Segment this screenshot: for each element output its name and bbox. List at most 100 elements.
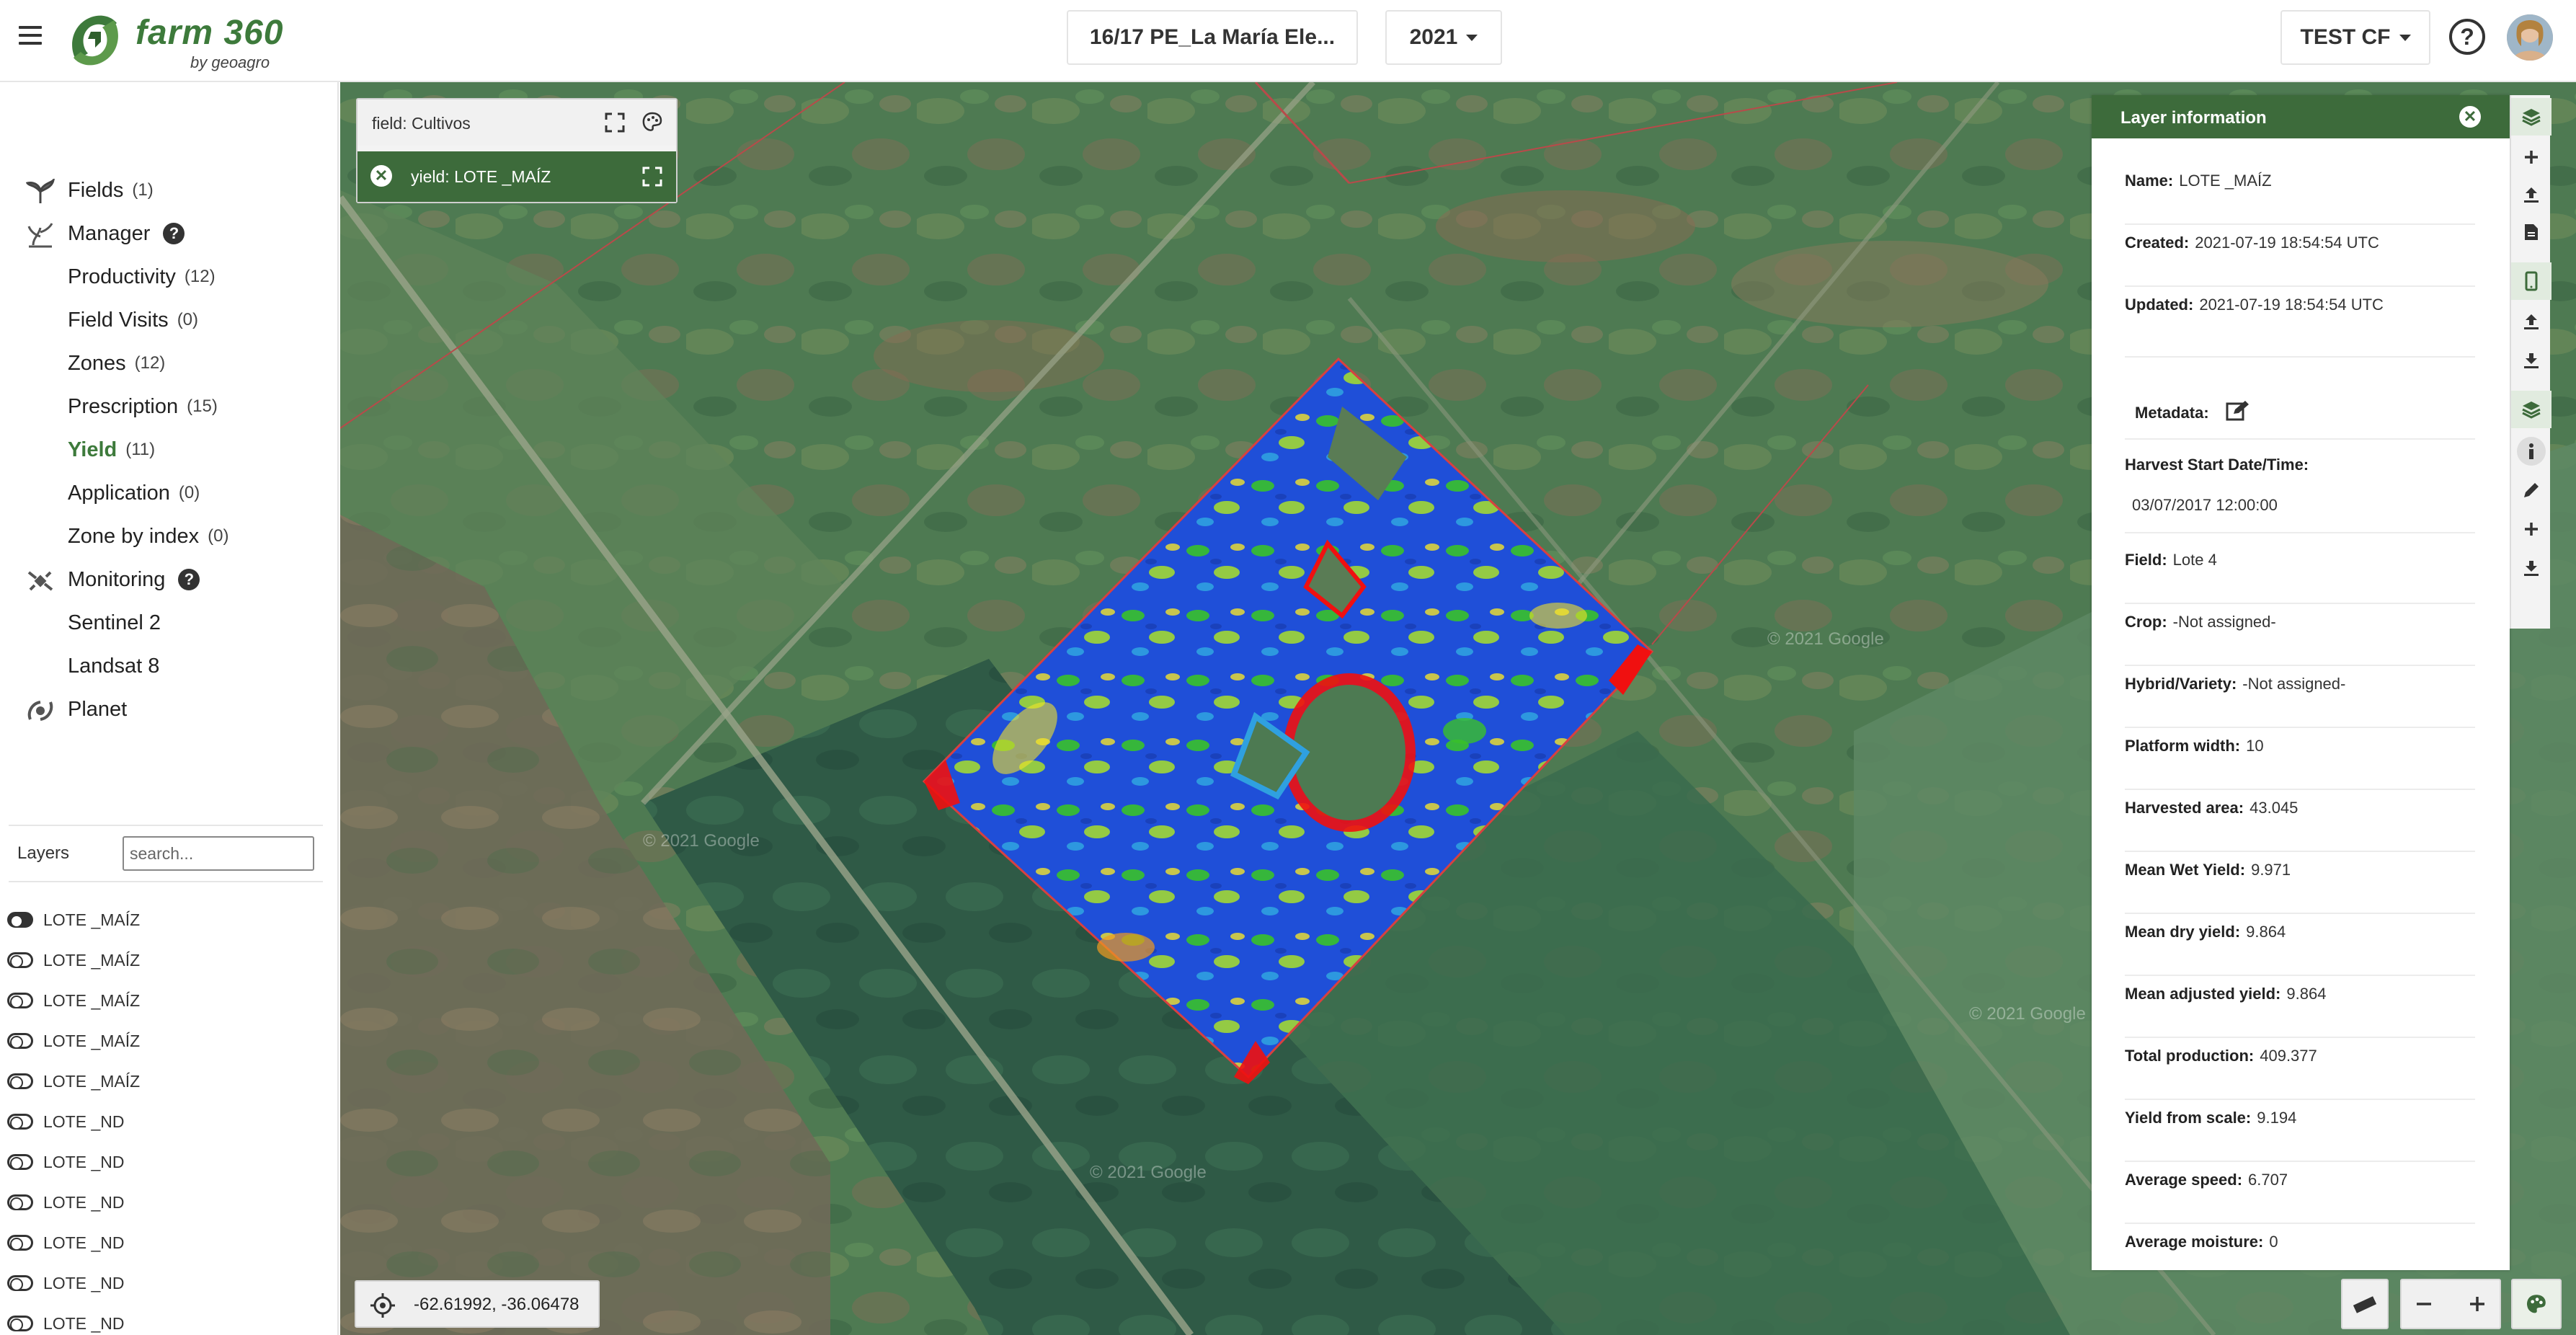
sidebar-item-label: Manager: [68, 221, 151, 245]
measure-button[interactable]: [2341, 1279, 2389, 1329]
sidebar-item-label: Yield: [68, 438, 117, 461]
toggle-icon[interactable]: [7, 1275, 33, 1291]
sidebar-item-fields[interactable]: Fields (1): [0, 172, 154, 208]
layer-list-item[interactable]: LOTE _ND: [7, 1187, 124, 1218]
toggle-icon[interactable]: [7, 1316, 33, 1331]
info-value: 10: [2246, 737, 2264, 755]
layer-name: LOTE _MAÍZ: [43, 1031, 141, 1050]
layer-list-item[interactable]: LOTE _ND: [7, 1267, 124, 1299]
expand-icon[interactable]: [604, 112, 626, 133]
season-select-value: 16/17 PE_La María Ele...: [1089, 25, 1336, 49]
layer-list-item[interactable]: LOTE _MAÍZ: [7, 1025, 140, 1057]
sidebar-item-label: Monitoring: [68, 567, 166, 591]
sidebar-item-sentinel-2[interactable]: Sentinel 2: [0, 605, 161, 641]
info-value: 409.377: [2260, 1047, 2317, 1065]
layer-name: LOTE _MAÍZ: [43, 910, 141, 929]
toggle-icon[interactable]: [7, 1194, 33, 1210]
edit-icon[interactable]: [2225, 399, 2251, 422]
active-layers-card: field: Cultivos ✕ yield: LOTE _MAÍZ: [356, 98, 678, 203]
layers-search-input[interactable]: [123, 836, 314, 871]
season-select[interactable]: 16/17 PE_La María Ele...: [1067, 10, 1358, 65]
info-key: Mean adjusted yield:: [2125, 985, 2281, 1003]
sidebar-item-application[interactable]: Application (0): [0, 475, 200, 511]
map-watermark: © 2021 Google: [1969, 1004, 2086, 1024]
layers-tool-button[interactable]: [2511, 391, 2551, 428]
edit-button[interactable]: [2511, 471, 2551, 509]
layer-list-item[interactable]: LOTE _ND: [7, 1146, 124, 1178]
layer-list-item[interactable]: LOTE _MAÍZ: [7, 904, 140, 936]
layer-list-item[interactable]: LOTE _MAÍZ: [7, 944, 140, 976]
info-harvested-area: Harvested area: 43.045: [2125, 799, 2475, 852]
toggle-icon[interactable]: [7, 1235, 33, 1251]
info-key: Average speed:: [2125, 1171, 2243, 1189]
help-icon[interactable]: ?: [2449, 19, 2485, 55]
sidebar-item-manager[interactable]: Manager ?: [0, 216, 185, 252]
close-icon[interactable]: ✕: [2459, 106, 2481, 128]
yield-layer-row[interactable]: ✕ yield: LOTE _MAÍZ: [357, 151, 676, 202]
layers-tool-button[interactable]: [2511, 98, 2551, 136]
info-harvest-start: Harvest Start Date/Time: 03/07/2017 12:0…: [2125, 456, 2475, 533]
info-button[interactable]: [2511, 433, 2551, 470]
toggle-icon[interactable]: [7, 1154, 33, 1170]
info-total-production: Total production: 409.377: [2125, 1047, 2475, 1100]
close-icon[interactable]: ✕: [370, 165, 392, 187]
layer-info-title: Layer information: [2120, 108, 2267, 128]
avatar[interactable]: [2507, 14, 2553, 61]
field-layer-row[interactable]: field: Cultivos: [357, 99, 676, 146]
style-button[interactable]: [2511, 1279, 2562, 1329]
menu-icon[interactable]: [19, 26, 42, 48]
sidebar-item-productivity[interactable]: Productivity (12): [0, 259, 216, 295]
download-button[interactable]: [2511, 342, 2551, 379]
account-select[interactable]: TEST CF: [2280, 10, 2430, 65]
layer-list-item[interactable]: LOTE _ND: [7, 1227, 124, 1259]
palette-icon[interactable]: [641, 111, 663, 133]
sidebar-item-prescription[interactable]: Prescription (15): [0, 389, 218, 425]
toggle-icon[interactable]: [7, 1114, 33, 1130]
add-layer-button[interactable]: [2511, 138, 2551, 176]
monitoring-icon: [27, 571, 53, 591]
layer-list-item[interactable]: LOTE _ND: [7, 1106, 124, 1137]
info-value: 6.707: [2248, 1171, 2288, 1189]
info-value: Lote 4: [2172, 551, 2217, 569]
sidebar-item-yield[interactable]: Yield (11): [0, 432, 155, 468]
toggle-icon[interactable]: [7, 1073, 33, 1089]
mobile-button[interactable]: [2511, 262, 2551, 300]
sidebar-item-count: (12): [134, 353, 166, 373]
toggle-icon[interactable]: [7, 1033, 33, 1049]
sidebar-item-planet[interactable]: Planet: [0, 691, 127, 727]
layers-icon: [2522, 402, 2541, 419]
farm360-logo-icon: [72, 15, 118, 66]
sidebar-item-monitoring[interactable]: Monitoring ?: [0, 562, 200, 598]
info-value: -Not assigned-: [2242, 675, 2346, 693]
info-key: Total production:: [2125, 1047, 2255, 1065]
sidebar-item-zone-by-index[interactable]: Zone by index (0): [0, 518, 229, 554]
sidebar-item-field-visits[interactable]: Field Visits (0): [0, 302, 198, 338]
sidebar-item-label: Landsat 8: [68, 654, 160, 678]
app-logo[interactable]: farm 360 by geoagro: [66, 7, 297, 74]
yield-layer-label: yield: LOTE _MAÍZ: [411, 167, 551, 186]
plus-icon: [2525, 523, 2538, 536]
file-button[interactable]: [2511, 213, 2551, 251]
minus-icon[interactable]: [2414, 1294, 2434, 1314]
help-icon[interactable]: ?: [178, 569, 200, 590]
sidebar-item-zones[interactable]: Zones (12): [0, 345, 165, 381]
upload-button[interactable]: [2511, 176, 2551, 213]
toggle-icon[interactable]: [7, 952, 33, 968]
expand-icon[interactable]: [641, 166, 663, 187]
layer-list-item[interactable]: LOTE _MAÍZ: [7, 985, 140, 1016]
layer-name: LOTE _MAÍZ: [43, 990, 141, 1010]
layer-list-item[interactable]: LOTE _ND: [7, 1308, 124, 1335]
locate-icon[interactable]: [369, 1292, 396, 1319]
toggle-icon[interactable]: [7, 993, 33, 1008]
plus-icon[interactable]: [2467, 1294, 2487, 1314]
toggle-icon[interactable]: [7, 912, 33, 928]
download-button[interactable]: [2511, 549, 2551, 587]
sidebar-item-landsat-8[interactable]: Landsat 8: [0, 648, 159, 684]
year-select[interactable]: 2021: [1385, 10, 1502, 65]
layer-list-item[interactable]: LOTE _MAÍZ: [7, 1065, 140, 1097]
add-button[interactable]: [2511, 510, 2551, 548]
info-key: Created:: [2125, 234, 2190, 252]
info-mean-adjusted-yield: Mean adjusted yield: 9.864: [2125, 985, 2475, 1038]
help-icon[interactable]: ?: [163, 223, 185, 244]
upload-button[interactable]: [2511, 303, 2551, 340]
